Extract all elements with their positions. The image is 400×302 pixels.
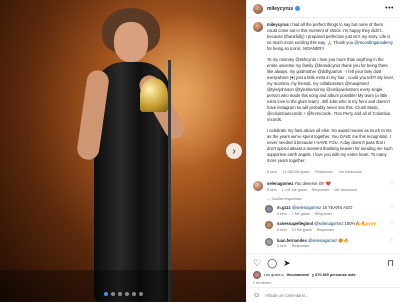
caption-author[interactable]: mileycyrus (267, 22, 289, 27)
caption-text-1-end: for being so iconic. MOANER!! (267, 46, 324, 51)
reply-like-icon[interactable]: ♡ (390, 205, 394, 217)
comment-likes[interactable]: 1.241 Me gusta (282, 188, 307, 192)
liked-by-prefix: Les gusta a (264, 273, 284, 277)
post-header: mileycyrus ••• (247, 0, 400, 18)
caption-age: 8 sem (267, 170, 277, 174)
reply-age: 2 sem (277, 244, 287, 249)
grammy-trophy (140, 78, 168, 112)
comment-reply-button[interactable]: Responder (312, 188, 330, 192)
face (114, 22, 148, 62)
carousel-dot (110, 292, 115, 296)
post-photo[interactable]: › (0, 0, 246, 302)
reply-author[interactable]: m.gzzz (277, 205, 291, 210)
reply-avatar[interactable] (265, 221, 273, 230)
reply-text: 16 YEARS AGO (322, 205, 353, 211)
caption-text-3: I celebrate my fans above all else. No a… (267, 128, 393, 163)
caption-likes[interactable]: 11.265 Me gusta (283, 170, 310, 174)
hide-replies-toggle[interactable]: — Ocultar respuestas (267, 197, 394, 201)
caption-meta: 8 sem 11.265 Me gusta Responder Ver trad… (267, 169, 394, 175)
reply: luan.fernandes @selenagomez 😍🔥 2 sem Res… (265, 237, 394, 250)
performer-figure (40, 0, 210, 302)
reply-mention[interactable]: @selenagomez (292, 205, 321, 210)
verified-badge-icon (295, 6, 301, 11)
reply-text: 100%🔥🔥🙌🙌 (344, 221, 377, 227)
reply-reply-button[interactable]: Responder (315, 212, 333, 216)
reply-author[interactable]: vanessapelleginol (277, 221, 313, 226)
more-options-icon[interactable]: ••• (385, 5, 394, 12)
comment: selenagomez You deserve it!!! ❤️ 8 sem 1… (253, 181, 394, 193)
author-avatar[interactable] (253, 3, 263, 14)
reply-avatar[interactable] (265, 237, 273, 246)
comment-input[interactable] (265, 292, 394, 298)
reply-reply-button[interactable]: Responder (292, 244, 310, 248)
reply-mention[interactable]: @selenagomez (308, 238, 337, 243)
comment-icon[interactable]: ◯ (267, 258, 277, 269)
bookmark-icon[interactable]: ⊓ (387, 258, 394, 269)
caption-text-2: To my mommy @tishcyrus I love you more t… (267, 57, 394, 122)
carousel-dot (103, 292, 108, 296)
liked-by-user[interactable]: theunamami (287, 273, 309, 277)
reply-likes[interactable]: 13 Me gusta (292, 228, 312, 232)
reply-meta: 8 sem 7 Me gusta Responder (277, 212, 386, 218)
carousel-dot (117, 292, 122, 296)
reply-likes[interactable]: 7 Me gusta (292, 212, 310, 216)
caption: mileycyrus I had all the perfect things … (253, 22, 394, 181)
caption-avatar[interactable] (253, 22, 263, 32)
liked-by-avatar[interactable] (253, 271, 261, 279)
reply-meta: 8 sem 13 Me gusta Responder (277, 228, 386, 234)
commenter-avatar[interactable] (253, 181, 263, 191)
comment-author[interactable]: selenagomez (267, 181, 293, 186)
reply-avatar[interactable] (265, 205, 273, 214)
liked-by-count[interactable]: y 870.660 personas más (312, 273, 355, 277)
instagram-post: › mileycyrus ••• mileycyrus I had all th… (0, 0, 400, 302)
microphone-stand (168, 60, 171, 302)
comment-body: selenagomez You deserve it!!! ❤️ 8 sem 1… (267, 181, 386, 193)
caption-translation-link[interactable]: Ver traducción (339, 170, 362, 174)
chevron-right-icon: › (232, 145, 236, 157)
reply-body: vanessapelleginol @selenagomez 100%🔥🔥🙌🙌 … (277, 221, 386, 233)
post-actions: ♡ ◯ ➤ ⊓ Les gusta a theunamami y 870.660… (247, 253, 400, 287)
comments-scroll-area[interactable]: mileycyrus I had all the perfect things … (247, 18, 400, 253)
caption-reply-button[interactable]: Responder (315, 170, 333, 174)
reply-body: m.gzzz @selenagomez 16 YEARS AGO 8 sem 7… (277, 205, 386, 217)
reply-meta: 2 sem Responder (277, 244, 386, 250)
comment-like-icon[interactable]: ♡ (390, 181, 394, 193)
reply: m.gzzz @selenagomez 16 YEARS AGO 8 sem 7… (265, 205, 394, 217)
carousel-dot (124, 292, 129, 296)
comment-translation-link[interactable]: Ver traducción (334, 188, 357, 192)
comment-text: You deserve it!!! ❤️ (294, 181, 331, 186)
share-icon[interactable]: ➤ (283, 258, 291, 269)
carousel-dot (131, 292, 136, 296)
author-username[interactable]: mileycyrus (267, 6, 293, 12)
caption-body: mileycyrus I had all the perfect things … (267, 22, 394, 181)
caption-mention[interactable]: @recordingacademy (354, 40, 393, 45)
post-date: 2 de febrero (253, 281, 272, 285)
post-side-panel: mileycyrus ••• mileycyrus I had all the … (246, 0, 400, 302)
reply-author[interactable]: luan.fernandes (277, 238, 307, 243)
reply-like-icon[interactable]: ♡ (390, 238, 394, 250)
reply-reply-button[interactable]: Responder (317, 228, 335, 232)
carousel-dot (138, 292, 143, 296)
reply-text: 😍🔥 (338, 237, 349, 243)
stage-floor (0, 270, 246, 302)
reply-age: 8 sem (277, 211, 287, 216)
heart-icon[interactable]: ♡ (253, 258, 261, 269)
next-image-button[interactable]: › (226, 143, 242, 159)
comment-age: 8 sem (267, 187, 277, 192)
reply-like-icon[interactable]: ♡ (390, 221, 394, 233)
reply-mention[interactable]: @selenagomez (314, 221, 343, 226)
emoji-icon[interactable]: ☺ (253, 292, 260, 299)
reply-body: luan.fernandes @selenagomez 😍🔥 2 sem Res… (277, 238, 386, 250)
add-comment-bar: ☺ (247, 287, 400, 302)
action-icons: ♡ ◯ ➤ ⊓ (253, 257, 394, 269)
liked-by: Les gusta a theunamami y 870.660 persona… (253, 271, 394, 279)
comment-meta: 8 sem 1.241 Me gusta Responder Ver tradu… (267, 188, 386, 194)
reply: vanessapelleginol @selenagomez 100%🔥🔥🙌🙌 … (265, 221, 394, 233)
carousel-indicator (0, 292, 246, 296)
reply-age: 8 sem (277, 227, 287, 232)
